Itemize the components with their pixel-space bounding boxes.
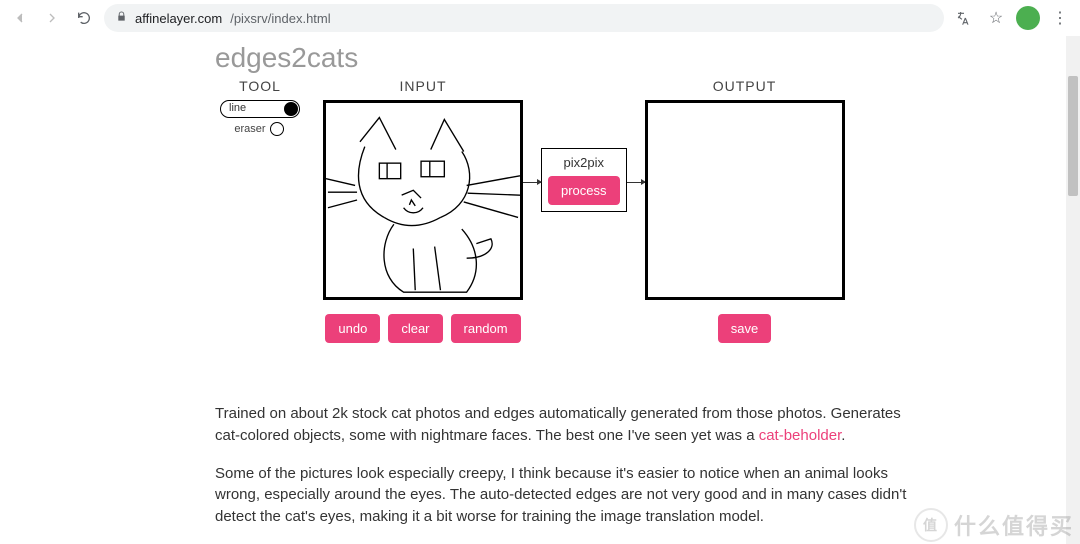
arrow-icon bbox=[523, 182, 541, 183]
clear-button[interactable]: clear bbox=[388, 314, 442, 343]
tool-line-knob bbox=[284, 102, 298, 116]
input-header: INPUT bbox=[400, 78, 447, 94]
output-canvas bbox=[645, 100, 845, 300]
input-canvas[interactable] bbox=[323, 100, 523, 300]
forward-button[interactable] bbox=[40, 6, 64, 30]
tool-eraser-label: eraser bbox=[234, 123, 265, 135]
menu-icon[interactable]: ⋮ bbox=[1048, 6, 1072, 30]
undo-button[interactable]: undo bbox=[325, 314, 380, 343]
text: . bbox=[841, 427, 845, 444]
reload-button[interactable] bbox=[72, 6, 96, 30]
browser-toolbar: affinelayer.com/pixsrv/index.html ☆ ⋮ bbox=[0, 0, 1080, 36]
tool-eraser-toggle[interactable]: eraser bbox=[234, 122, 285, 136]
back-button[interactable] bbox=[8, 6, 32, 30]
star-icon[interactable]: ☆ bbox=[984, 6, 1008, 30]
watermark-icon: 值 bbox=[914, 508, 948, 542]
save-button[interactable]: save bbox=[718, 314, 771, 343]
address-bar[interactable]: affinelayer.com/pixsrv/index.html bbox=[104, 4, 944, 32]
tool-line-toggle[interactable]: line bbox=[220, 100, 300, 118]
output-header: OUTPUT bbox=[713, 78, 777, 94]
process-button[interactable]: process bbox=[548, 176, 620, 205]
arrow-icon bbox=[627, 182, 645, 183]
lock-icon bbox=[116, 11, 127, 25]
demo-interface: TOOL line eraser INPUT bbox=[215, 78, 915, 343]
tool-line-label: line bbox=[229, 102, 246, 114]
description-paragraph-1: Trained on about 2k stock cat photos and… bbox=[215, 403, 915, 447]
cat-beholder-link[interactable]: cat-beholder bbox=[759, 427, 842, 444]
page-title: edges2cats bbox=[215, 42, 915, 74]
watermark-text: 什么值得买 bbox=[954, 514, 1074, 539]
scrollbar[interactable] bbox=[1066, 36, 1080, 544]
page-viewport: edges2cats TOOL line eraser INPUT bbox=[0, 36, 1080, 544]
processor-box: pix2pix process bbox=[541, 148, 627, 212]
scrollbar-thumb[interactable] bbox=[1068, 76, 1078, 196]
description-paragraph-2: Some of the pictures look especially cre… bbox=[215, 463, 915, 528]
url-path: /pixsrv/index.html bbox=[230, 11, 330, 26]
translate-icon[interactable] bbox=[952, 6, 976, 30]
profile-avatar[interactable] bbox=[1016, 6, 1040, 30]
tool-eraser-knob bbox=[270, 122, 284, 136]
tool-header: TOOL bbox=[239, 78, 281, 94]
url-host: affinelayer.com bbox=[135, 11, 222, 26]
cat-sketch bbox=[326, 103, 520, 297]
processor-label: pix2pix bbox=[564, 155, 604, 170]
watermark: 值 什么值得买 bbox=[914, 508, 1074, 542]
random-button[interactable]: random bbox=[451, 314, 521, 343]
